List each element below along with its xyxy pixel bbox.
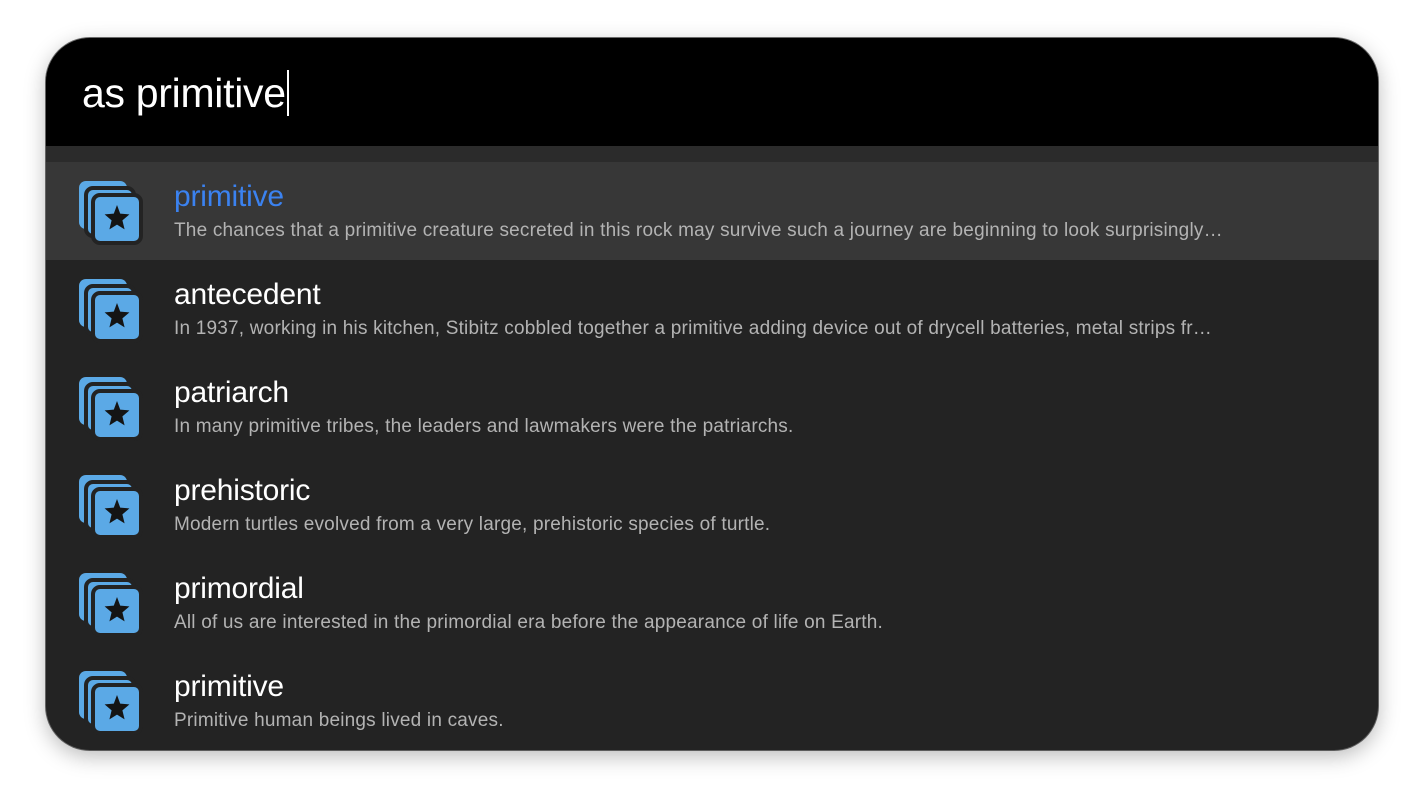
result-row[interactable]: prehistoric Modern turtles evolved from … [46,456,1378,554]
results-list: primitive The chances that a primitive c… [46,162,1378,750]
search-query-text: as primitive [82,69,286,116]
bookmark-star-icon [79,671,143,735]
result-row[interactable]: primitive Primitive human beings lived i… [46,652,1378,750]
bookmark-star-icon [79,181,143,245]
result-subtitle: Modern turtles evolved from a very large… [174,514,771,535]
result-subtitle: Primitive human beings lived in caves. [174,710,504,731]
result-subtitle: In 1937, working in his kitchen, Stibitz… [174,318,1212,339]
divider [46,146,1378,162]
result-title: primitive [174,180,284,213]
search-input[interactable]: as primitive [82,68,289,118]
result-title: patriarch [174,376,289,409]
bookmark-star-icon [79,573,143,637]
result-title: antecedent [174,278,321,311]
result-row[interactable]: primordial All of us are interested in t… [46,554,1378,652]
result-row[interactable]: patriarch In many primitive tribes, the … [46,358,1378,456]
search-bar[interactable]: as primitive [46,38,1378,146]
bookmark-star-icon [79,279,143,343]
result-title: primordial [174,572,304,605]
result-subtitle: In many primitive tribes, the leaders an… [174,416,794,437]
result-row[interactable]: primitive The chances that a primitive c… [46,162,1378,260]
bookmark-star-icon [79,377,143,441]
result-row[interactable]: antecedent In 1937, working in his kitch… [46,260,1378,358]
launcher-window: as primitive primitive The chances that … [46,38,1378,750]
result-subtitle: All of us are interested in the primordi… [174,612,883,633]
result-subtitle: The chances that a primitive creature se… [174,220,1223,241]
result-title: primitive [174,670,284,703]
bookmark-star-icon [79,475,143,539]
text-caret [286,70,289,116]
result-title: prehistoric [174,474,311,507]
